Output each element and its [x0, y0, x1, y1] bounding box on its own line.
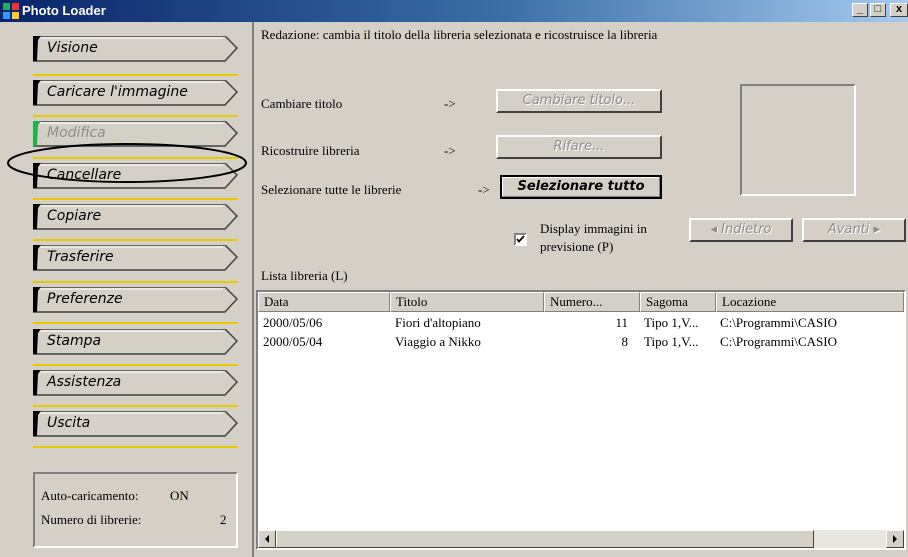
- column-header-sagoma[interactable]: Sagoma: [640, 292, 716, 312]
- sidebar-item-stampa[interactable]: Stampa: [33, 329, 238, 355]
- cell-locazione: C:\Programmi\CASIO: [720, 315, 838, 330]
- column-header-locazione[interactable]: Locazione: [716, 292, 904, 312]
- sidebar-separator: [33, 198, 238, 200]
- scroll-left-icon: [265, 535, 269, 543]
- sidebar-item-preferenze[interactable]: Preferenze: [33, 287, 238, 313]
- sidebar-item-label: Preferenze: [47, 291, 123, 307]
- rebuild-button[interactable]: Rifare...: [496, 135, 662, 159]
- sidebar-item-label: Copiare: [47, 208, 102, 224]
- sidebar-item-caricare-l-immagine[interactable]: Caricare l'immagine: [33, 80, 238, 106]
- preview-checkbox-label-1: Display immagini in: [540, 221, 647, 236]
- close-button[interactable]: x: [890, 3, 908, 17]
- maximize-button[interactable]: □: [870, 3, 886, 17]
- sidebar-item-label: Stampa: [47, 333, 102, 349]
- horizontal-scrollbar[interactable]: [258, 530, 904, 548]
- sidebar-item-uscita[interactable]: Uscita: [33, 411, 238, 437]
- forward-label: Avanti: [827, 222, 870, 237]
- table-row[interactable]: 2000/05/06 Fiori d'altopiano 11 Tipo 1,V...…: [258, 315, 908, 334]
- checkmark-icon: [516, 235, 525, 243]
- autoload-label: Auto-caricamento:: [41, 488, 139, 503]
- sidebar-item-trasferire[interactable]: Trasferire: [33, 245, 238, 271]
- cell-numero: 8: [621, 334, 629, 349]
- scroll-right-icon: [893, 535, 897, 543]
- cell-titolo: Fiori d'altopiano: [395, 315, 481, 330]
- table-row[interactable]: 2000/05/04 Viaggio a Nikko 8 Tipo 1,V... C:\…: [258, 334, 908, 353]
- library-list[interactable]: Data Titolo Numero... Sagoma Locazione 2…: [256, 290, 906, 550]
- sidebar-item-copiare[interactable]: Copiare: [33, 204, 238, 230]
- arrow-change-title: ->: [444, 96, 456, 111]
- cell-data: 2000/05/04: [263, 334, 323, 349]
- row-label-change-title: Cambiare titolo: [261, 96, 343, 111]
- sidebar-item-label: Uscita: [47, 415, 91, 431]
- status-panel: Auto-caricamento: ON Numero di librerie:…: [33, 472, 238, 548]
- page-description: Redazione: cambia il titolo della librer…: [261, 27, 658, 42]
- cell-titolo: Viaggio a Nikko: [395, 334, 481, 349]
- column-header-data[interactable]: Data: [258, 292, 390, 312]
- title-bar[interactable]: Photo Loader _ □ x: [0, 0, 908, 22]
- list-label: Lista libreria (L): [261, 268, 348, 283]
- sidebar-item-label: Trasferire: [47, 249, 114, 265]
- sidebar-separator: [33, 239, 238, 241]
- cell-sagoma: Tipo 1,V...: [644, 334, 699, 349]
- left-arrow-icon: ◂: [710, 222, 722, 237]
- select-all-button[interactable]: Selezionare tutto: [500, 175, 662, 199]
- sidebar-item-label: Assistenza: [47, 374, 122, 390]
- sidebar: Visione Caricare l'immagine Modifica Cancel…: [0, 22, 254, 557]
- minimize-button[interactable]: _: [852, 3, 868, 17]
- scroll-right-button[interactable]: [886, 530, 904, 548]
- preview-checkbox[interactable]: [514, 233, 527, 246]
- column-header-numero[interactable]: Numero...: [544, 292, 640, 312]
- scroll-thumb[interactable]: [276, 530, 814, 548]
- sidebar-item-label: Modifica: [47, 125, 106, 141]
- sidebar-item-assistenza[interactable]: Assistenza: [33, 370, 238, 396]
- sidebar-separator: [33, 281, 238, 283]
- cell-locazione: C:\Programmi\CASIO: [720, 334, 838, 349]
- sidebar-separator: [33, 74, 238, 76]
- sidebar-separator: [33, 115, 238, 117]
- sidebar-item-label: Caricare l'immagine: [47, 84, 188, 100]
- preview-checkbox-label-2: previsione (P): [540, 239, 614, 254]
- back-button[interactable]: ◂ Indietro: [689, 218, 793, 242]
- scroll-left-button[interactable]: [258, 530, 276, 548]
- window-title: Photo Loader: [22, 3, 106, 18]
- cell-numero: 11: [615, 315, 628, 330]
- library-count-label: Numero di librerie:: [41, 512, 142, 527]
- change-title-button[interactable]: Cambiare titolo...: [496, 89, 662, 113]
- selection-ellipse: [7, 143, 247, 183]
- forward-button[interactable]: Avanti ▸: [802, 218, 906, 242]
- main-panel: Redazione: cambia il titolo della librer…: [256, 22, 908, 557]
- cell-sagoma: Tipo 1,V...: [644, 315, 699, 330]
- autoload-value: ON: [170, 488, 189, 503]
- row-label-rebuild: Ricostruire libreria: [261, 143, 360, 158]
- back-label: Indietro: [721, 222, 772, 237]
- sidebar-item-visione[interactable]: Visione: [33, 36, 238, 62]
- column-header-titolo[interactable]: Titolo: [390, 292, 544, 312]
- sidebar-separator: [33, 322, 238, 324]
- row-label-select-all: Selezionare tutte le librerie: [261, 182, 402, 197]
- library-count-value: 2: [220, 512, 227, 527]
- right-arrow-icon: ▸: [869, 222, 881, 237]
- app-icon: [3, 3, 19, 19]
- cell-data: 2000/05/06: [263, 315, 323, 330]
- sidebar-separator: [33, 446, 238, 448]
- image-preview: [740, 84, 856, 196]
- arrow-select-all: ->: [478, 182, 490, 197]
- sidebar-separator: [33, 405, 238, 407]
- sidebar-item-label: Visione: [47, 40, 98, 56]
- sidebar-separator: [33, 364, 238, 366]
- arrow-rebuild: ->: [444, 143, 456, 158]
